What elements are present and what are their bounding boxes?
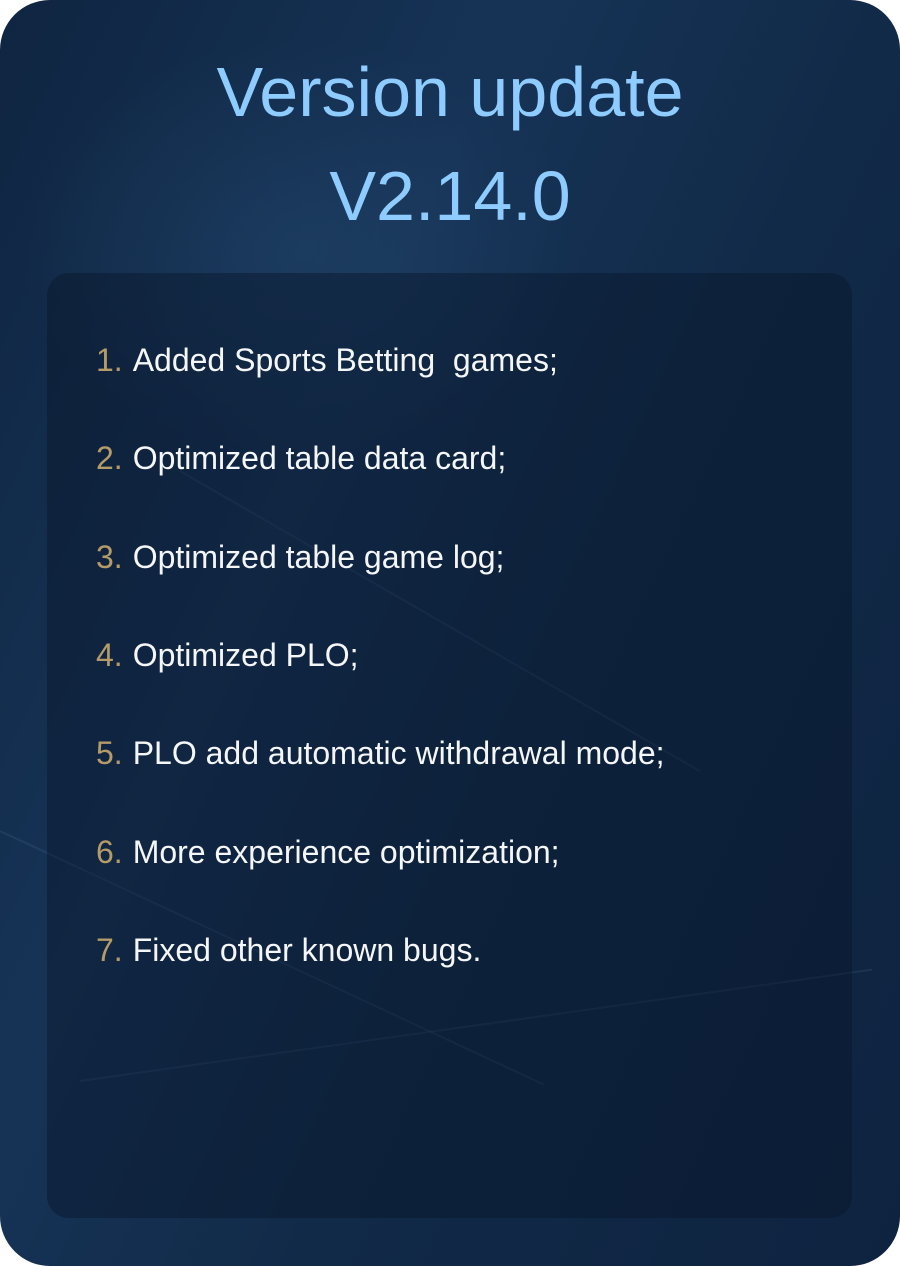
changelog-item: 7. Fixed other known bugs. [96,934,481,966]
item-text: PLO add automatic withdrawal mode; [132,735,665,771]
item-number: 7. [96,932,123,968]
item-text: Added Sports Betting games; [132,342,558,378]
version-number: V2.14.0 [329,157,571,235]
changelog-item: 3. Optimized table game log; [96,541,504,573]
item-number: 5. [96,735,123,771]
item-text: Optimized table data card; [132,440,507,476]
item-text: Optimized PLO; [132,637,359,673]
item-number: 1. [96,342,123,378]
item-text: More experience optimization; [132,834,560,870]
changelog-item: 4. Optimized PLO; [96,639,359,671]
item-number: 2. [96,440,123,476]
changelog-item: 5. PLO add automatic withdrawal mode; [96,737,665,769]
changelog-item: 2. Optimized table data card; [96,442,506,474]
item-number: 4. [96,637,123,673]
item-text: Fixed other known bugs. [132,932,482,968]
item-text: Optimized table game log; [132,539,505,575]
changelog-item: 6. More experience optimization; [96,836,560,868]
item-number: 6. [96,834,123,870]
changelog-item: 1. Added Sports Betting games; [96,344,558,376]
version-update-card: Version update V2.14.0 1. Added Sports Be… [0,0,900,1266]
update-title: Version update [216,53,684,131]
item-number: 3. [96,539,123,575]
